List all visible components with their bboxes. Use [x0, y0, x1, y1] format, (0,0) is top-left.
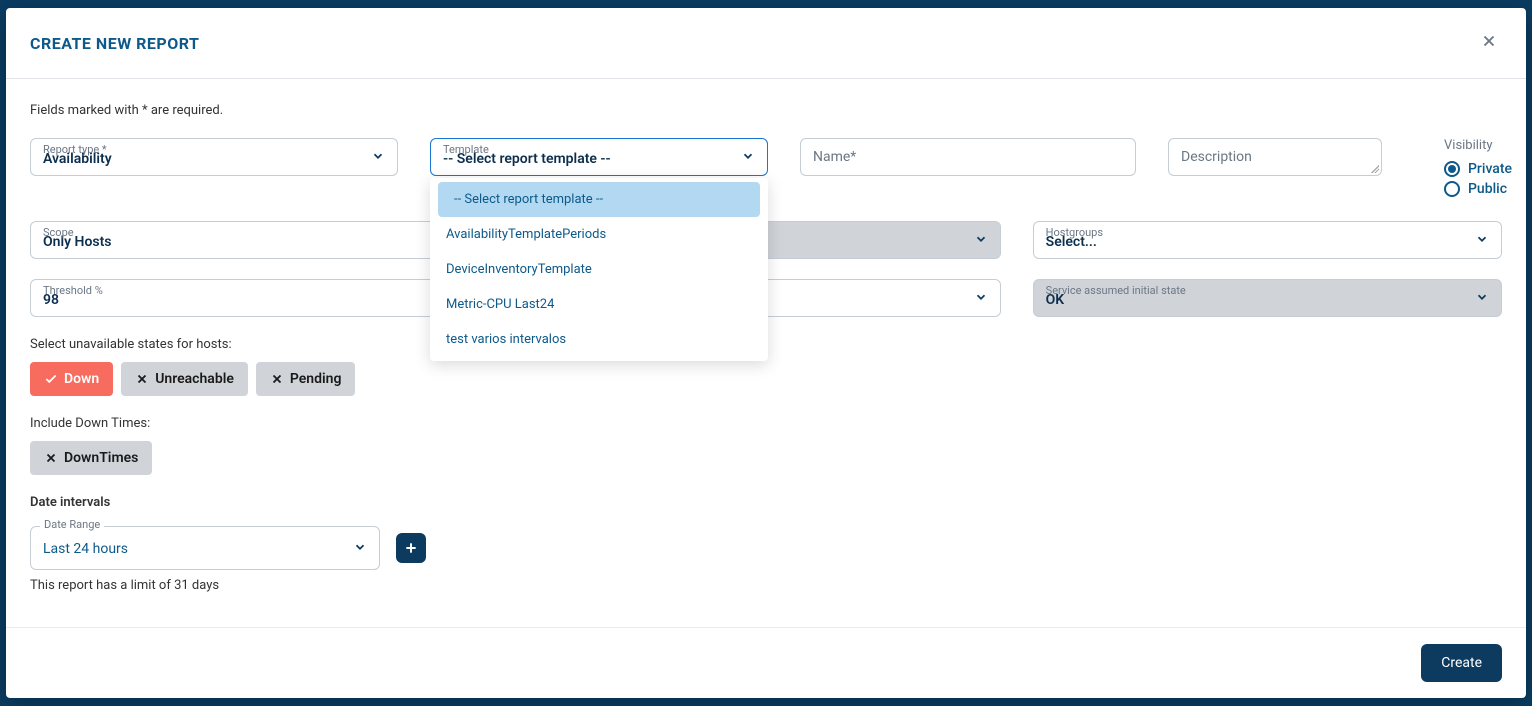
close-button[interactable]	[1476, 28, 1502, 58]
name-field: Name*	[800, 138, 1136, 176]
description-input[interactable]: Description	[1168, 138, 1382, 176]
plus-icon	[403, 540, 419, 556]
chevron-down-icon	[741, 148, 755, 167]
chevron-down-icon	[1475, 289, 1489, 308]
check-icon	[44, 372, 58, 386]
close-icon	[1480, 32, 1498, 50]
visibility-public-radio[interactable]: Public	[1444, 181, 1512, 197]
visibility-private-label: Private	[1468, 161, 1512, 177]
scope-select[interactable]: Scope Only Hosts	[30, 221, 499, 259]
visibility-private-radio[interactable]: Private	[1444, 161, 1512, 177]
scope-field: Scope Only Hosts	[30, 221, 499, 259]
close-icon	[270, 372, 284, 386]
chevron-down-icon	[1475, 231, 1489, 250]
limit-note: This report has a limit of 31 days	[30, 578, 1502, 593]
chip-unreachable[interactable]: Unreachable	[121, 362, 248, 396]
threshold-field: Threshold % 98	[30, 279, 499, 317]
chevron-down-icon	[974, 231, 988, 250]
name-input[interactable]: Name*	[800, 138, 1136, 176]
threshold-input[interactable]: Threshold % 98	[30, 279, 499, 317]
close-icon	[135, 372, 149, 386]
create-report-modal: CREATE NEW REPORT Fields marked with * a…	[6, 8, 1526, 698]
visibility-title: Visibility	[1444, 138, 1512, 153]
template-option-metric-cpu[interactable]: Metric-CPU Last24	[430, 287, 768, 322]
required-note: Fields marked with * are required.	[30, 103, 1502, 118]
chip-pending-label: Pending	[290, 371, 342, 387]
hostgroups-label: Hostgroups	[1046, 226, 1103, 239]
create-button[interactable]: Create	[1421, 644, 1502, 682]
template-option-device-inventory[interactable]: DeviceInventoryTemplate	[430, 252, 768, 287]
modal-title: CREATE NEW REPORT	[30, 34, 199, 53]
report-type-field: Report type * Availability	[30, 138, 398, 176]
close-icon	[44, 451, 58, 465]
chip-unreachable-label: Unreachable	[155, 371, 234, 387]
chip-down[interactable]: Down	[30, 362, 113, 396]
service-initial-state-field: Service assumed initial state OK	[1033, 279, 1502, 317]
hostgroups-field: Hostgroups Select...	[1033, 221, 1502, 259]
report-type-select[interactable]: Report type * Availability	[30, 138, 398, 176]
service-initial-state-label: Service assumed initial state	[1046, 284, 1186, 297]
add-interval-button[interactable]	[396, 533, 426, 563]
chip-downtimes-label: DownTimes	[64, 450, 138, 466]
threshold-label: Threshold %	[43, 284, 103, 297]
template-option-test-varios[interactable]: test varios intervalos	[430, 322, 768, 357]
name-placeholder: Name*	[813, 149, 856, 165]
template-dropdown: -- Select report template -- Availabilit…	[430, 178, 768, 361]
description-field: Description	[1168, 138, 1382, 176]
radio-checked-icon	[1444, 161, 1460, 177]
scope-label: Scope	[43, 226, 74, 239]
hostgroups-select[interactable]: Hostgroups Select...	[1033, 221, 1502, 259]
down-times-chips: DownTimes	[30, 441, 1502, 475]
radio-unchecked-icon	[1444, 181, 1460, 197]
date-range-select[interactable]: Last 24 hours	[30, 526, 380, 570]
description-placeholder: Description	[1181, 149, 1252, 165]
chip-downtimes[interactable]: DownTimes	[30, 441, 152, 475]
modal-header: CREATE NEW REPORT	[6, 8, 1526, 79]
unavailable-states-chips: Down Unreachable Pending	[30, 362, 1502, 396]
report-type-label: Report type *	[43, 143, 107, 156]
date-range-field: Date Range Last 24 hours	[30, 526, 380, 570]
service-initial-state-select[interactable]: Service assumed initial state OK	[1033, 279, 1502, 317]
template-option-placeholder[interactable]: -- Select report template --	[438, 182, 760, 217]
modal-footer: Create	[6, 627, 1526, 698]
chevron-down-icon	[974, 289, 988, 308]
date-range-label: Date Range	[40, 518, 104, 531]
down-times-title: Include Down Times:	[30, 416, 1502, 431]
row-1: Report type * Availability Template -- S…	[30, 138, 1502, 201]
date-range-value: Last 24 hours	[43, 541, 128, 561]
modal-body: Fields marked with * are required. Repor…	[6, 79, 1526, 627]
chevron-down-icon	[353, 539, 367, 558]
date-range-row: Date Range Last 24 hours	[30, 526, 1502, 570]
template-field: Template -- Select report template -- --…	[430, 138, 768, 176]
template-select[interactable]: Template -- Select report template --	[430, 138, 768, 176]
template-option-availability[interactable]: AvailabilityTemplatePeriods	[430, 217, 768, 252]
date-intervals-title: Date intervals	[30, 495, 1502, 510]
chevron-down-icon	[371, 148, 385, 167]
template-label: Template	[443, 143, 489, 156]
chip-pending[interactable]: Pending	[256, 362, 356, 396]
visibility-group: Visibility Private Public	[1414, 138, 1512, 201]
visibility-public-label: Public	[1468, 181, 1507, 197]
chip-down-label: Down	[64, 371, 99, 387]
